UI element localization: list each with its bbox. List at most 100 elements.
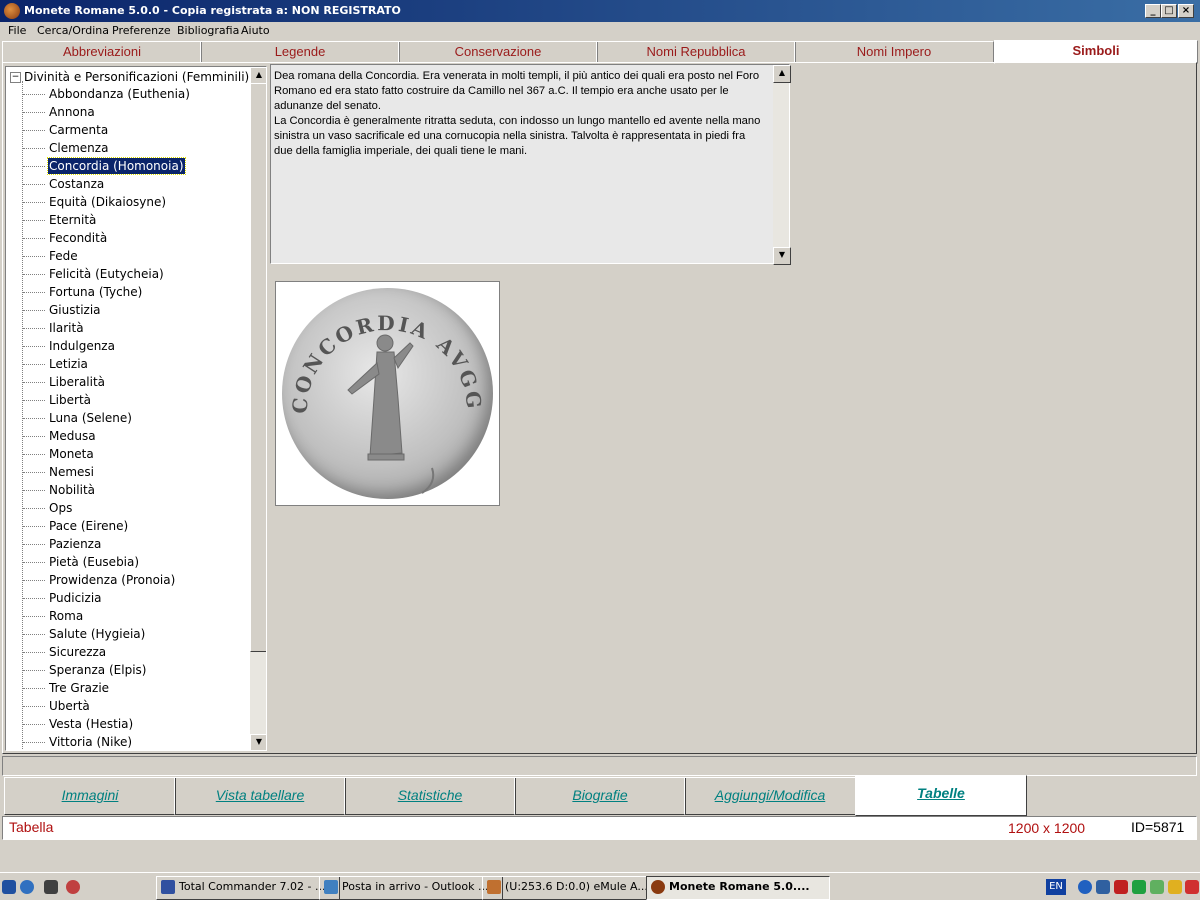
tree-item[interactable]: Felicità (Eutycheia) (48, 266, 165, 282)
tree-item[interactable]: Libertà (48, 392, 92, 408)
scroll-thumb[interactable] (250, 83, 266, 652)
description-scrollbar[interactable]: ▲ ▼ (773, 65, 791, 265)
tree-connector-dash (23, 580, 45, 581)
quicklaunch-alien-icon[interactable] (44, 880, 58, 894)
task-label: Monete Romane 5.0.... (669, 880, 810, 893)
tree-connector-dash (23, 364, 45, 365)
tab-nomi-impero[interactable]: Nomi Impero (794, 41, 994, 63)
tab-immagini[interactable]: Immagini (4, 777, 176, 815)
symbols-tree[interactable]: − Divinità e Personificazioni (Femminili)… (5, 66, 267, 751)
tree-item[interactable]: Nobilità (48, 482, 96, 498)
tray-volume-icon[interactable] (1185, 880, 1199, 894)
quicklaunch-save-icon[interactable] (2, 880, 16, 894)
coin-relief: CONCORDIA AVGG (288, 311, 484, 494)
menu-cerca-ordina[interactable]: Cerca/Ordina (37, 24, 109, 37)
tray-network-icon[interactable] (1078, 880, 1092, 894)
tree-connector-dash (23, 454, 45, 455)
tree-item[interactable]: Abbondanza (Euthenia) (48, 86, 191, 102)
tree-item[interactable]: Salute (Hygieia) (48, 626, 146, 642)
tree-item[interactable]: Nemesi (48, 464, 95, 480)
description-textbox[interactable]: Dea romana della Concordia. Era venerata… (270, 64, 791, 265)
menu-file[interactable]: File (8, 24, 26, 37)
tree-item[interactable]: Ilarità (48, 320, 85, 336)
maximize-button[interactable]: □ (1161, 4, 1177, 18)
tab-abbreviazioni[interactable]: Abbreviazioni (2, 41, 202, 63)
tree-item[interactable]: Liberalità (48, 374, 106, 390)
menu-bar: File Cerca/Ordina Preferenze Bibliografi… (0, 22, 1200, 40)
menu-bibliografia[interactable]: Bibliografia (177, 24, 239, 37)
task-outlook[interactable]: Posta in arrivo - Outlook ... (319, 876, 503, 900)
tree-item[interactable]: Ubertà (48, 698, 91, 714)
tab-legende[interactable]: Legende (200, 41, 400, 63)
menu-aiuto[interactable]: Aiuto (241, 24, 270, 37)
task-label: Total Commander 7.02 - ... (179, 880, 326, 893)
tree-item[interactable]: Clemenza (48, 140, 109, 156)
tree-item[interactable]: Pazienza (48, 536, 102, 552)
tray-display-icon[interactable] (1096, 880, 1110, 894)
scroll-down-arrow-icon[interactable]: ▼ (773, 247, 791, 265)
title-bar[interactable]: Monete Romane 5.0.0 - Copia registrata a… (0, 0, 1200, 22)
minimize-button[interactable]: _ (1145, 4, 1161, 18)
tree-item[interactable]: Roma (48, 608, 84, 624)
task-label: (U:253.6 D:0.0) eMule A... (505, 880, 648, 893)
tree-item[interactable]: Sicurezza (48, 644, 107, 660)
tab-nomi-repubblica[interactable]: Nomi Repubblica (596, 41, 796, 63)
windows-taskbar: Total Commander 7.02 - ... Posta in arri… (0, 872, 1200, 900)
tree-item[interactable]: Fecondità (48, 230, 108, 246)
floppy-icon (161, 880, 175, 894)
tree-item[interactable]: Fede (48, 248, 79, 264)
tray-antivirus-icon[interactable] (1114, 880, 1128, 894)
language-indicator[interactable]: EN (1046, 879, 1066, 895)
window-title: Monete Romane 5.0.0 - Copia registrata a… (24, 4, 401, 17)
tree-connector-dash (23, 742, 45, 743)
task-emule[interactable]: (U:253.6 D:0.0) eMule A... (482, 876, 666, 900)
tree-connector-dash (23, 508, 45, 509)
tab-conservazione[interactable]: Conservazione (398, 41, 598, 63)
tab-biografie[interactable]: Biografie (514, 777, 686, 815)
tree-item[interactable]: Pietà (Eusebia) (48, 554, 140, 570)
tree-item[interactable]: Tre Grazie (48, 680, 110, 696)
silver-coin-picture: CONCORDIA AVGG (282, 288, 493, 499)
tree-item[interactable]: Annona (48, 104, 96, 120)
tab-aggiungi-modifica[interactable]: Aggiungi/Modifica (684, 777, 856, 815)
tray-shield-icon[interactable] (1168, 880, 1182, 894)
tree-item[interactable]: Indulgenza (48, 338, 116, 354)
tree-scrollbar[interactable]: ▲ ▼ (250, 67, 266, 750)
tree-item[interactable]: Letizia (48, 356, 89, 372)
tree-item[interactable]: Prowidenza (Pronoia) (48, 572, 176, 588)
task-monete-romane[interactable]: Monete Romane 5.0.... (646, 876, 830, 900)
tab-vista-tabellare[interactable]: Vista tabellare (174, 777, 346, 815)
tab-tabelle[interactable]: Tabelle (855, 775, 1027, 816)
scroll-up-arrow-icon[interactable]: ▲ (773, 65, 791, 83)
close-button[interactable]: × (1178, 4, 1194, 18)
tree-item[interactable]: Equità (Dikaiosyne) (48, 194, 167, 210)
collapse-icon[interactable]: − (10, 72, 21, 83)
tree-item[interactable]: Moneta (48, 446, 95, 462)
tree-item[interactable]: Vesta (Hestia) (48, 716, 134, 732)
quicklaunch-media-icon[interactable] (20, 880, 34, 894)
scroll-down-arrow-icon[interactable]: ▼ (250, 734, 266, 750)
app-coin-icon[interactable] (4, 3, 20, 19)
tree-item[interactable]: Ops (48, 500, 73, 516)
tree-item[interactable]: Carmenta (48, 122, 109, 138)
tree-item[interactable]: Giustizia (48, 302, 102, 318)
tray-people-icon[interactable] (1132, 880, 1146, 894)
tree-connector-line (22, 81, 23, 750)
tab-simboli[interactable]: Simboli (994, 40, 1198, 64)
menu-preferenze[interactable]: Preferenze (112, 24, 171, 37)
tree-item[interactable]: Pudicizia (48, 590, 103, 606)
tree-item[interactable]: Concordia (Homonoia) (47, 157, 186, 175)
tree-item[interactable]: Luna (Selene) (48, 410, 133, 426)
tree-item[interactable]: Pace (Eirene) (48, 518, 129, 534)
tree-item[interactable]: Speranza (Elpis) (48, 662, 147, 678)
tree-root-node[interactable]: − Divinità e Personificazioni (Femminili) (10, 70, 249, 84)
tree-item[interactable]: Fortuna (Tyche) (48, 284, 143, 300)
tree-item[interactable]: Vittoria (Nike) (48, 734, 133, 750)
tree-item[interactable]: Eternità (48, 212, 97, 228)
tree-item[interactable]: Costanza (48, 176, 105, 192)
task-total-commander[interactable]: Total Commander 7.02 - ... (156, 876, 340, 900)
tree-item[interactable]: Medusa (48, 428, 97, 444)
quicklaunch-app-icon[interactable] (66, 880, 80, 894)
tray-nvidia-icon[interactable] (1150, 880, 1164, 894)
tab-statistiche[interactable]: Statistiche (344, 777, 516, 815)
